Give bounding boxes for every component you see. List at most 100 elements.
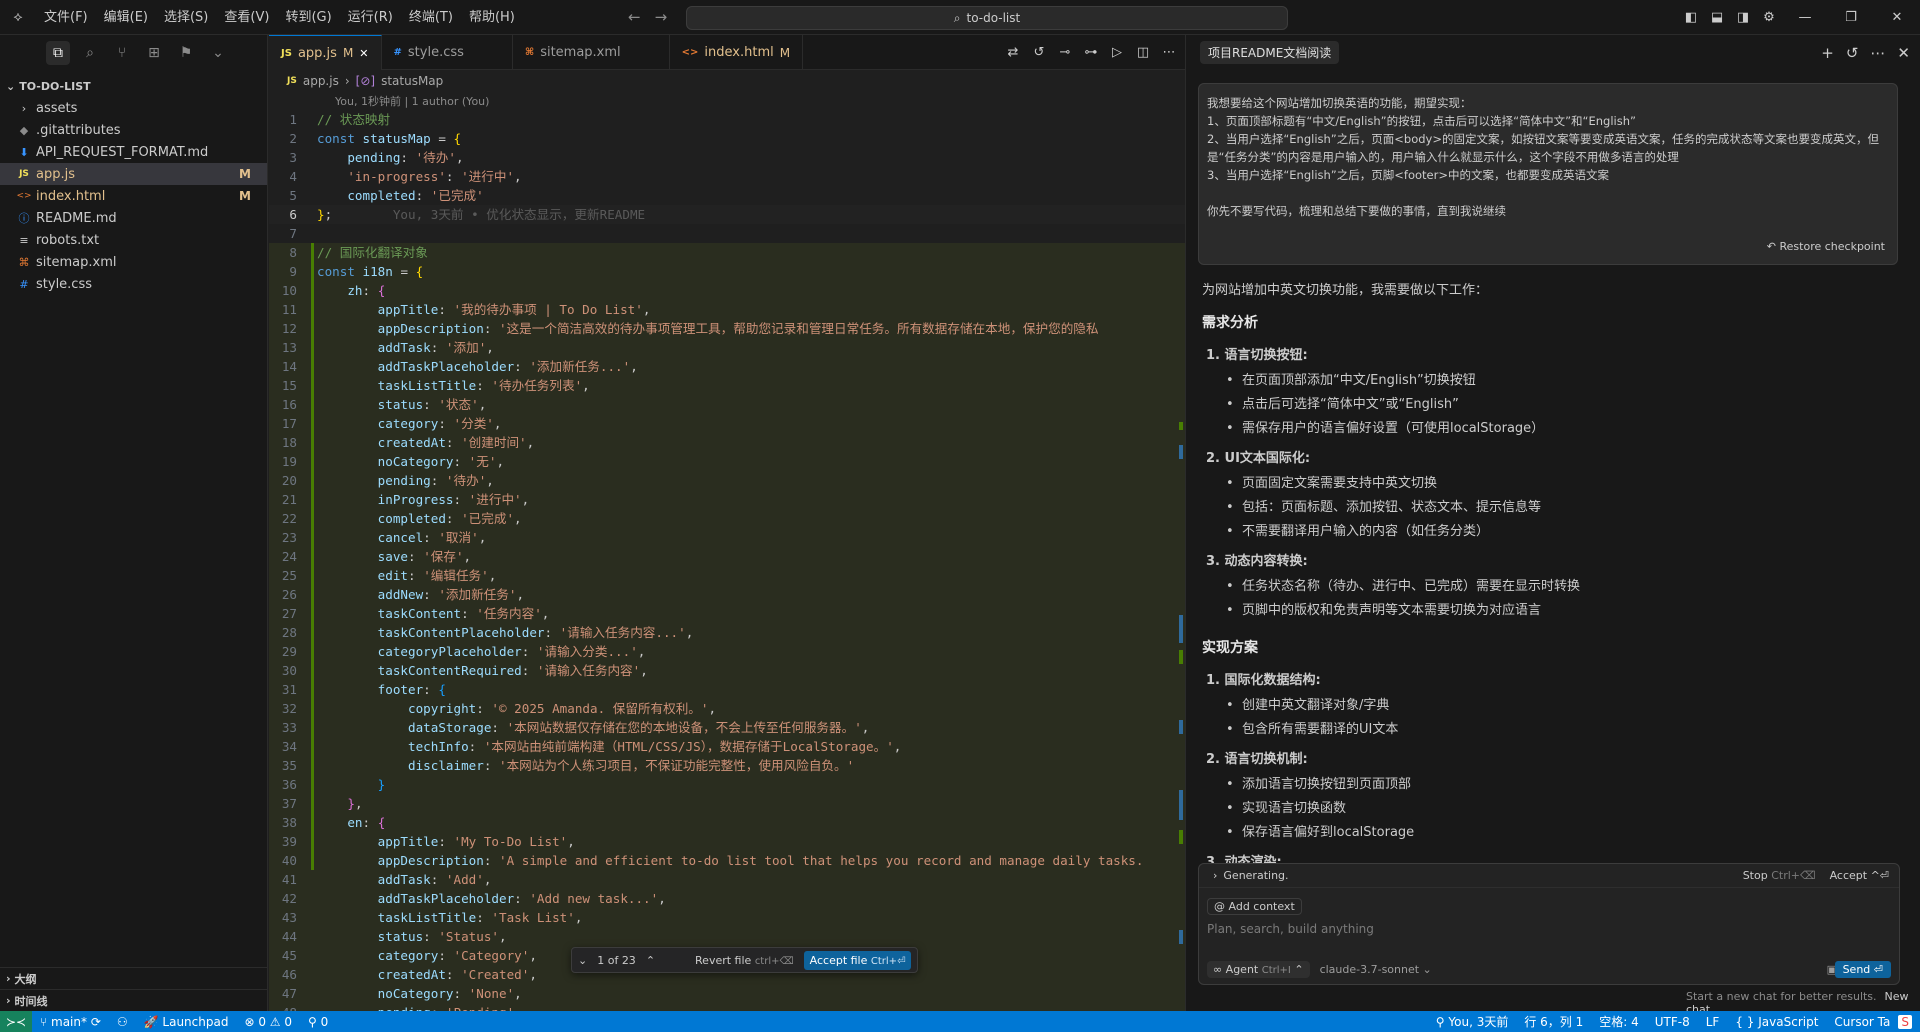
chevron-right-icon: ›: [21, 101, 27, 115]
split-editor-icon[interactable]: ◫: [1133, 45, 1153, 60]
tree-item-robots[interactable]: ≡ robots.txt: [0, 229, 267, 251]
run-debug-icon[interactable]: ⚑: [174, 41, 198, 65]
info-file-icon: ⓘ: [18, 212, 30, 225]
tab-sitemap-xml[interactable]: ⌘ sitemap.xml: [513, 35, 670, 70]
restore-icon[interactable]: ❐: [1828, 10, 1874, 25]
tree-item-assets[interactable]: › assets: [0, 97, 267, 119]
cursor-tab-status[interactable]: Cursor Ta: [1826, 1015, 1898, 1029]
code-line: 42 addTaskPlaceholder: 'Add new task...'…: [269, 889, 1185, 908]
generating-status: › Generating. Stop Ctrl+⌫ Accept ^⏎: [1199, 864, 1899, 888]
menu-selection[interactable]: 选择(S): [156, 0, 216, 35]
stop-button[interactable]: Stop Ctrl+⌫: [1743, 869, 1816, 882]
compare-icon[interactable]: ⇄: [1003, 45, 1023, 60]
tree-item-readme[interactable]: ⓘ README.md: [0, 207, 267, 229]
encoding[interactable]: UTF-8: [1647, 1015, 1698, 1029]
cursor-position[interactable]: 行 6，列 1: [1516, 1013, 1591, 1030]
remote-icon[interactable]: ≻≺: [0, 1011, 32, 1032]
tab-app-js[interactable]: JS app.js M ✕: [269, 35, 382, 70]
explorer-icon[interactable]: ⧉: [46, 40, 70, 65]
codelens-blame[interactable]: You, 1秒钟前 | 1 author (You): [269, 92, 1185, 110]
response-heading: 需求分析: [1202, 315, 1258, 331]
user-message[interactable]: 我想要给这个网站增加切换英语的功能，期望实现： 1、页面顶部标题有“中文/Eng…: [1198, 83, 1898, 265]
menu-edit[interactable]: 编辑(E): [96, 0, 156, 35]
language-mode[interactable]: { } JavaScript: [1727, 1015, 1826, 1029]
command-center-search[interactable]: ⌕ to-do-list: [686, 6, 1288, 30]
js-file-icon: JS: [281, 47, 292, 59]
chat-input-field[interactable]: Plan, search, build anything: [1207, 922, 1374, 936]
code-line: 36 }: [269, 775, 1185, 794]
minimize-icon[interactable]: —: [1782, 10, 1828, 25]
back-arrow-icon[interactable]: ←: [628, 8, 641, 26]
chevron-down-icon[interactable]: ⌄: [578, 954, 587, 967]
breadcrumb-file[interactable]: app.js: [303, 74, 339, 88]
model-selector[interactable]: claude-3.7-sonnet ⌄: [1320, 963, 1432, 976]
source-control-icon[interactable]: ⑂: [110, 41, 134, 65]
toggle-secondary-sidebar-icon[interactable]: ◨: [1730, 10, 1756, 25]
line-ending[interactable]: LF: [1698, 1015, 1728, 1029]
menu-run[interactable]: 运行(R): [340, 0, 401, 35]
code-view[interactable]: 1// 状态映射 2 const statusMap = { 3 pending:…: [269, 110, 1185, 1022]
plus-icon[interactable]: +: [1821, 44, 1834, 62]
chevron-up-icon[interactable]: ⌃: [646, 954, 655, 967]
menu-help[interactable]: 帮助(H): [461, 0, 523, 35]
code-line: 8// 国际化翻译对象: [269, 243, 1185, 262]
agent-mode-dropdown[interactable]: ∞ Agent Ctrl+I ⌃: [1207, 961, 1310, 978]
send-button[interactable]: Send ⏎: [1834, 961, 1891, 978]
launchpad-button[interactable]: 🚀 Launchpad: [136, 1015, 237, 1029]
tree-item-gitattributes[interactable]: ◆ .gitattributes: [0, 119, 267, 141]
blame-status[interactable]: ⚲ You, 3天前: [1428, 1013, 1517, 1030]
breadcrumb-symbol[interactable]: statusMap: [381, 74, 443, 88]
history-icon[interactable]: ↺: [1846, 44, 1859, 62]
file-name: assets: [36, 100, 78, 116]
account-icon[interactable]: ⚇: [109, 1015, 136, 1029]
code-line: 39 appTitle: 'My To-Do List',: [269, 832, 1185, 851]
timeline-section[interactable]: › 时间线: [0, 989, 268, 1011]
close-icon[interactable]: ✕: [359, 47, 368, 60]
code-line: 37 },: [269, 794, 1185, 813]
project-folder-header[interactable]: ⌄ TO-DO-LIST: [0, 75, 267, 97]
extensions-icon[interactable]: ⊞: [142, 41, 166, 65]
problems-indicator[interactable]: ⊗ 0 ⚠ 0: [236, 1015, 300, 1029]
accept-file-button[interactable]: Accept file Ctrl+⏎: [803, 950, 912, 970]
tab-style-css[interactable]: # style.css: [382, 35, 513, 70]
more-icon[interactable]: ⋯: [1159, 45, 1179, 60]
tab-label: app.js: [297, 45, 337, 61]
toggle-panel-icon[interactable]: ⬓: [1704, 10, 1730, 25]
menu-go[interactable]: 转到(G): [277, 0, 339, 35]
ruler-mark: [1179, 422, 1183, 430]
revert-file-button[interactable]: Revert file ctrl+⌫: [695, 954, 794, 967]
revert-icon[interactable]: ↺: [1029, 45, 1049, 60]
list-item: 页脚中的版权和免责声明等文本需要切换为对应语言: [1226, 599, 1892, 623]
menu-file[interactable]: 文件(F): [36, 0, 96, 35]
tree-item-index-html[interactable]: <> index.html M: [0, 185, 267, 207]
add-context-button[interactable]: @ Add context: [1207, 898, 1302, 915]
outline-section[interactable]: › 大纲: [0, 967, 268, 989]
menu-terminal[interactable]: 终端(T): [401, 0, 461, 35]
gear-icon[interactable]: ⚙: [1756, 10, 1782, 25]
indentation[interactable]: 空格: 4: [1591, 1013, 1647, 1030]
forward-arrow-icon[interactable]: →: [655, 8, 668, 26]
menu-bar: 文件(F) 编辑(E) 选择(S) 查看(V) 转到(G) 运行(R) 终端(T…: [36, 0, 523, 35]
commit-icon[interactable]: ⊸: [1055, 45, 1075, 60]
run-icon[interactable]: ▷: [1107, 45, 1127, 60]
tree-item-sitemap[interactable]: ⌘ sitemap.xml: [0, 251, 267, 273]
more-icon[interactable]: ⋯: [1870, 44, 1885, 62]
tree-item-api-request-format[interactable]: ⬇ API_REQUEST_FORMAT.md: [0, 141, 267, 163]
close-icon[interactable]: ✕: [1897, 44, 1910, 62]
code-line-current: 6}; You, 3天前 • 优化状态显示，更新README: [269, 205, 1185, 224]
chevron-down-icon[interactable]: ⌄: [206, 41, 230, 65]
accept-button[interactable]: Accept ^⏎: [1830, 869, 1889, 882]
menu-view[interactable]: 查看(V): [216, 0, 277, 35]
next-change-icon[interactable]: ⊶: [1081, 45, 1101, 60]
branch-indicator[interactable]: ⑂ main* ⟳: [32, 1015, 109, 1029]
close-icon[interactable]: ✕: [1874, 10, 1920, 25]
notifications-icon[interactable]: S: [1898, 1014, 1912, 1029]
toggle-sidebar-icon[interactable]: ◧: [1678, 10, 1704, 25]
restore-checkpoint-button[interactable]: ↶ Restore checkpoint: [1767, 238, 1885, 256]
tree-item-app-js[interactable]: JS app.js M: [0, 163, 267, 185]
chat-title-tab[interactable]: 项目README文档阅读: [1200, 41, 1340, 64]
tree-item-style-css[interactable]: # style.css: [0, 273, 267, 295]
search-view-icon[interactable]: ⌕: [78, 41, 102, 65]
ports-indicator[interactable]: ⚲ 0: [300, 1015, 336, 1029]
tab-index-html[interactable]: <> index.html M: [670, 35, 804, 70]
